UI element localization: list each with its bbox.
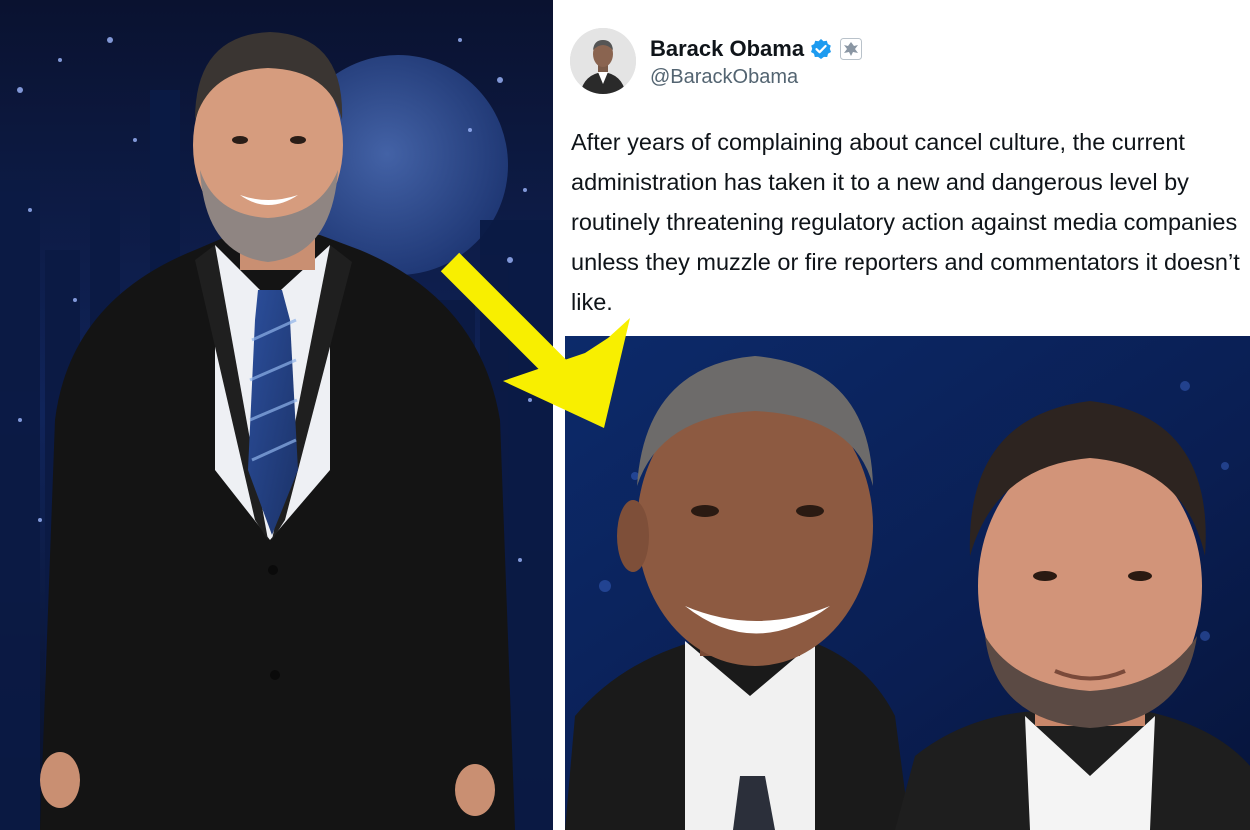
display-name[interactable]: Barack Obama	[650, 36, 804, 62]
tweet-text: After years of complaining about cancel …	[571, 129, 1240, 315]
two-men-illustration	[565, 336, 1250, 830]
left-photo-host-on-stage	[0, 0, 553, 830]
avatar[interactable]	[570, 28, 636, 94]
government-seal-icon	[840, 37, 863, 60]
verified-badge-icon	[810, 38, 832, 60]
host-standing-illustration	[0, 0, 553, 830]
avatar-portrait-icon	[570, 28, 636, 94]
handle[interactable]: @BarackObama	[650, 66, 862, 89]
tweet-header: Barack Obama @BarackObama	[570, 28, 863, 94]
name-row: Barack Obama	[650, 34, 863, 64]
right-photo-two-men-smiling	[565, 336, 1250, 830]
tweet-screenshot: Barack Obama @BarackObama After years of…	[565, 0, 1250, 336]
author-block: Barack Obama @BarackObama	[650, 34, 863, 89]
